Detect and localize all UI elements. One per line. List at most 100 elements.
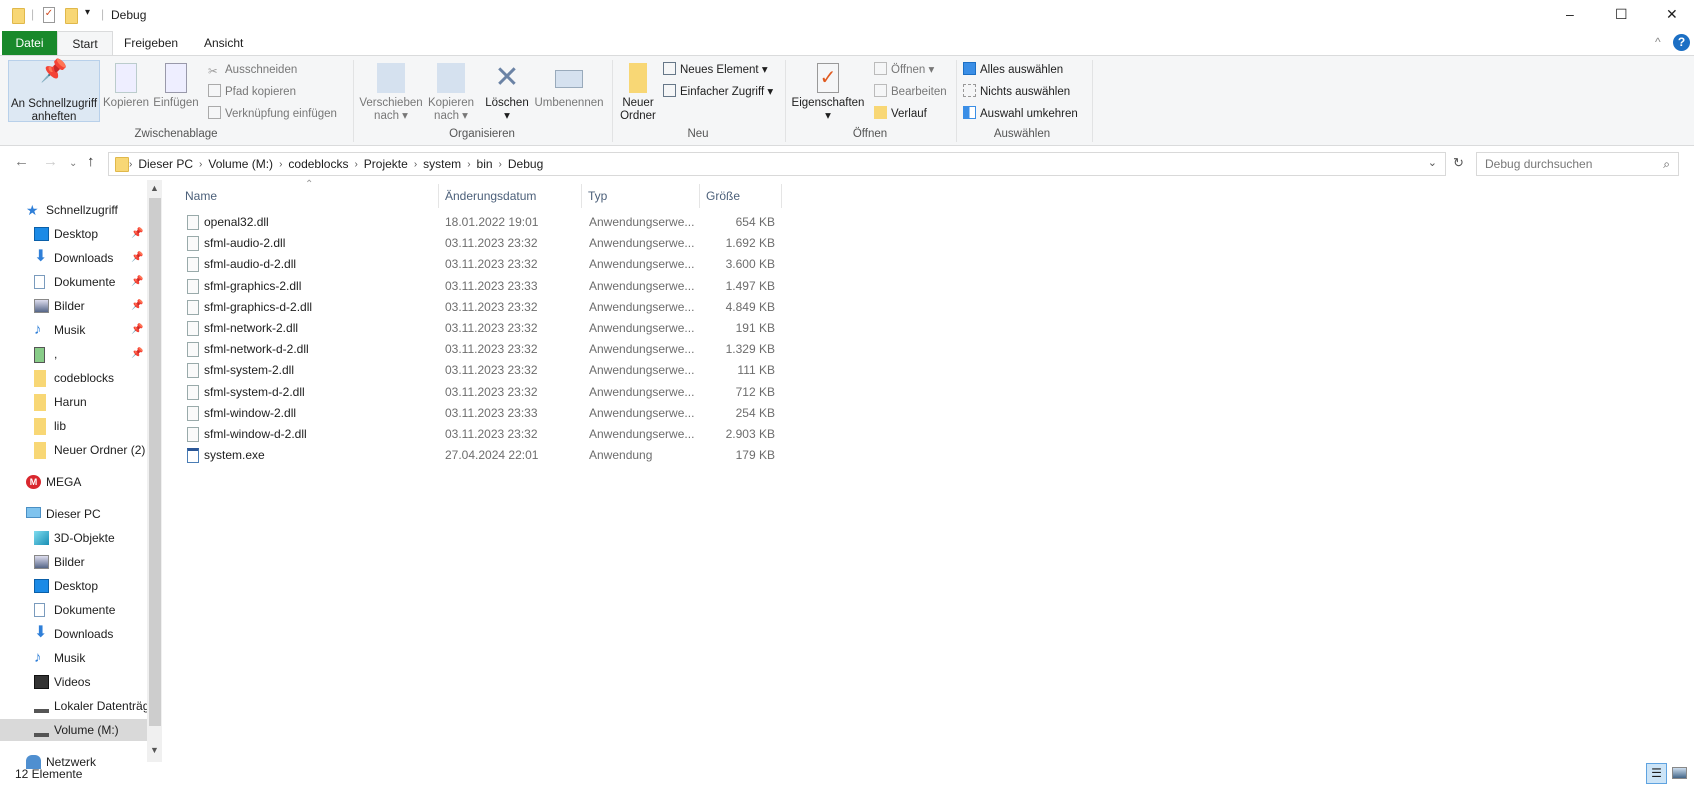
easy-access-button[interactable]: Einfacher Zugriff ▾ <box>663 82 773 102</box>
file-row[interactable]: sfml-network-2.dll 03.11.2023 23:32 Anwe… <box>180 318 782 339</box>
sidebar-item[interactable]: lib <box>0 415 147 437</box>
pin-icon[interactable]: 📌 <box>131 343 143 365</box>
tab-freigeben[interactable]: Freigeben <box>114 31 188 55</box>
paste-shortcut-button[interactable]: Verknüpfung einfügen <box>208 104 337 124</box>
scrollbar-thumb[interactable] <box>149 198 161 726</box>
file-row[interactable]: sfml-graphics-d-2.dll 03.11.2023 23:32 A… <box>180 297 782 318</box>
column-header-type[interactable]: Typ <box>582 184 700 208</box>
invert-selection-button[interactable]: Auswahl umkehren <box>963 104 1078 124</box>
breadcrumb-separator-icon[interactable]: › <box>129 159 132 170</box>
file-row[interactable]: sfml-graphics-2.dll 03.11.2023 23:33 Anw… <box>180 276 782 297</box>
file-row[interactable]: sfml-system-2.dll 03.11.2023 23:32 Anwen… <box>180 360 782 381</box>
cut-button[interactable]: ✂ Ausschneiden <box>208 60 297 80</box>
sidebar-item[interactable]: Videos <box>0 671 147 693</box>
breadcrumb-item[interactable]: system <box>423 157 461 171</box>
customize-quick-access-icon[interactable]: ▾ <box>85 7 90 18</box>
sidebar-item[interactable]: Desktop 📌 <box>0 223 147 245</box>
pin-icon[interactable]: 📌 <box>131 319 143 341</box>
pin-icon[interactable]: 📌 <box>131 247 143 269</box>
breadcrumb-separator-icon[interactable]: › <box>499 159 502 170</box>
large-icons-view-button[interactable] <box>1672 767 1687 779</box>
copy-button[interactable]: Kopieren <box>103 60 149 122</box>
details-view-button[interactable]: ☰ <box>1646 763 1667 784</box>
scroll-down-icon[interactable]: ▼ <box>150 745 159 755</box>
paste-button[interactable]: Einfügen <box>152 60 200 122</box>
sidebar-item[interactable]: codeblocks <box>0 367 147 389</box>
sidebar-item[interactable]: ♪ Musik <box>0 647 147 669</box>
recent-locations-button[interactable]: ⌄ <box>69 158 77 169</box>
breadcrumb-item[interactable]: Volume (M:) <box>208 157 273 171</box>
breadcrumb-item[interactable]: codeblocks <box>288 157 348 171</box>
tab-ansicht[interactable]: Ansicht <box>194 31 253 55</box>
scroll-up-icon[interactable]: ▲ <box>150 183 159 193</box>
file-row[interactable]: sfml-audio-d-2.dll 03.11.2023 23:32 Anwe… <box>180 254 782 275</box>
sidebar-item[interactable]: ★ Schnellzugriff <box>0 199 147 221</box>
select-none-button[interactable]: Nichts auswählen <box>963 82 1070 102</box>
sidebar-item[interactable]: Bilder 📌 <box>0 295 147 317</box>
column-header-date[interactable]: Änderungsdatum <box>439 184 582 208</box>
new-folder-button[interactable]: Neuer Ordner <box>616 60 660 122</box>
new-folder-quick-icon[interactable] <box>65 8 78 24</box>
sidebar-item[interactable]: Harun <box>0 391 147 413</box>
column-header-name[interactable]: Name <box>179 184 439 208</box>
file-row[interactable]: sfml-audio-2.dll 03.11.2023 23:32 Anwend… <box>180 233 782 254</box>
file-row[interactable]: system.exe 27.04.2024 22:01 Anwendung 17… <box>180 445 782 466</box>
tab-start[interactable]: Start <box>57 31 113 55</box>
refresh-icon[interactable]: ↻ <box>1453 155 1464 171</box>
copy-to-button[interactable]: Kopieren nach ▾ <box>426 60 476 122</box>
breadcrumb-separator-icon[interactable]: › <box>467 159 470 170</box>
tab-datei[interactable]: Datei <box>2 31 57 55</box>
sidebar-item[interactable]: 3D-Objekte <box>0 527 147 549</box>
sidebar-item[interactable]: Dieser PC <box>0 503 147 525</box>
sidebar-item[interactable]: Bilder <box>0 551 147 573</box>
properties-button[interactable]: ✓ Eigenschaften ▾ <box>789 60 867 122</box>
breadcrumb-item[interactable]: Projekte <box>364 157 408 171</box>
up-button[interactable]: ↑ <box>87 153 95 170</box>
open-button[interactable]: Öffnen ▾ <box>874 60 934 80</box>
breadcrumb-separator-icon[interactable]: › <box>199 159 202 170</box>
copy-path-button[interactable]: Pfad kopieren <box>208 82 296 102</box>
sidebar-item[interactable]: Dokumente <box>0 599 147 621</box>
history-button[interactable]: Verlauf <box>874 104 927 124</box>
sidebar-item[interactable]: ♪ Musik 📌 <box>0 319 147 341</box>
help-icon[interactable]: ? <box>1673 34 1690 51</box>
breadcrumb-item[interactable]: bin <box>477 157 493 171</box>
delete-button[interactable]: ✕ Löschen ▾ <box>483 60 531 123</box>
new-item-button[interactable]: Neues Element ▾ <box>663 60 768 80</box>
rename-button[interactable]: Umbenennen <box>531 60 607 122</box>
pin-icon[interactable]: 📌 <box>131 295 143 317</box>
sidebar-item[interactable]: Dokumente 📌 <box>0 271 147 293</box>
file-row[interactable]: sfml-window-d-2.dll 03.11.2023 23:32 Anw… <box>180 424 782 445</box>
file-row[interactable]: sfml-network-d-2.dll 03.11.2023 23:32 An… <box>180 339 782 360</box>
file-row[interactable]: sfml-system-d-2.dll 03.11.2023 23:32 Anw… <box>180 382 782 403</box>
column-header-size[interactable]: Größe <box>700 184 782 208</box>
breadcrumb-separator-icon[interactable]: › <box>279 159 282 170</box>
sidebar-item[interactable]: Lokaler Datenträg <box>0 695 147 717</box>
select-all-button[interactable]: Alles auswählen <box>963 60 1063 80</box>
sidebar-item[interactable]: Neuer Ordner (2) <box>0 439 147 461</box>
pin-quick-access-button[interactable]: 📌 An Schnellzugriff anheften <box>8 60 100 123</box>
back-button[interactable]: ← <box>14 153 29 170</box>
collapse-ribbon-icon[interactable]: ^ <box>1655 35 1661 49</box>
file-row[interactable]: sfml-window-2.dll 03.11.2023 23:33 Anwen… <box>180 403 782 424</box>
breadcrumb-separator-icon[interactable]: › <box>354 159 357 170</box>
close-button[interactable]: ✕ <box>1666 6 1678 23</box>
pin-icon[interactable]: 📌 <box>131 271 143 293</box>
address-dropdown-icon[interactable]: ⌄ <box>1428 156 1437 169</box>
forward-button[interactable]: → <box>43 153 58 170</box>
sidebar-item[interactable]: ⬇ Downloads 📌 <box>0 247 147 269</box>
address-bar[interactable]: › Dieser PC › Volume (M:) › codeblocks › Projek… <box>108 152 1446 176</box>
sidebar-item[interactable]: Desktop <box>0 575 147 597</box>
sidebar-item[interactable]: M MEGA <box>0 471 147 493</box>
edit-button[interactable]: Bearbeiten <box>874 82 947 102</box>
properties-quick-icon[interactable]: ✓ <box>43 7 55 23</box>
search-input[interactable]: Debug durchsuchen ⌕ <box>1476 152 1679 176</box>
minimize-button[interactable]: – <box>1566 6 1574 22</box>
sidebar-item[interactable]: Volume (M:) <box>0 719 147 741</box>
file-row[interactable]: openal32.dll 18.01.2022 19:01 Anwendungs… <box>180 212 782 233</box>
sidebar-item[interactable]: ⬇ Downloads <box>0 623 147 645</box>
maximize-button[interactable]: ☐ <box>1615 6 1628 23</box>
breadcrumb-item[interactable]: Dieser PC <box>138 157 193 171</box>
sidebar-item[interactable]: , 📌 <box>0 343 147 365</box>
breadcrumb-item[interactable]: Debug <box>508 157 543 171</box>
